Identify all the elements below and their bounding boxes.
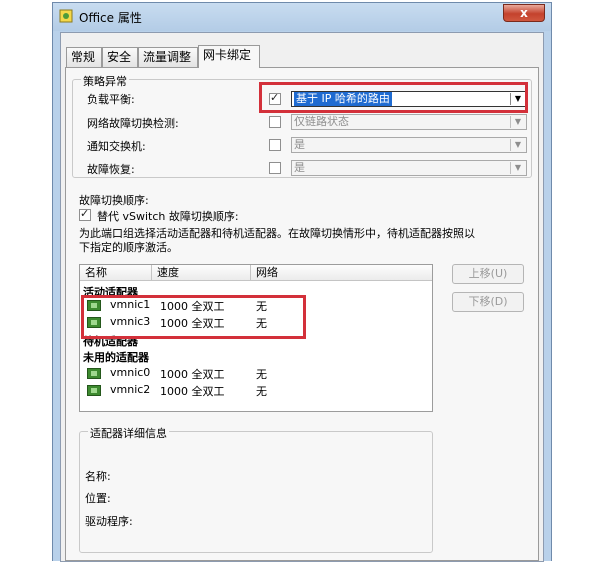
failure-detection-label: 网络故障切换检测: <box>87 117 179 130</box>
notify-switches-label: 通知交换机: <box>87 140 146 153</box>
dialog-client: 常规 安全 流量调整 网卡绑定 策略异常 负载平衡: 基于 IP 哈希的路由 ▼… <box>60 32 544 562</box>
port-group-icon <box>59 9 73 23</box>
tab-nic-teaming[interactable]: 网卡绑定 <box>198 45 260 68</box>
group-unused-adapters: 未用的适配器 <box>83 351 149 364</box>
close-icon: x <box>520 6 528 20</box>
adapter-speed: 1000 全双工 <box>160 368 225 381</box>
policy-legend: 策略异常 <box>81 73 129 89</box>
adapter-details-group: 适配器详细信息 名称: 位置: 驱动程序: <box>79 425 433 553</box>
column-header-speed[interactable]: 速度 <box>152 265 251 281</box>
load-balancing-label: 负载平衡: <box>87 93 135 106</box>
adapter-details-legend: 适配器详细信息 <box>88 425 169 441</box>
failback-label: 故障恢复: <box>87 163 135 176</box>
tab-security[interactable]: 安全 <box>102 47 138 67</box>
override-failover-label: 替代 vSwitch 故障切换顺序: <box>97 210 239 223</box>
column-header-network[interactable]: 网络 <box>251 265 432 281</box>
notify-switches-checkbox[interactable] <box>269 139 281 151</box>
chevron-down-icon: ▼ <box>510 116 525 128</box>
failover-description-2: 下指定的顺序激活。 <box>79 241 178 254</box>
window-title: Office 属性 <box>79 11 142 25</box>
load-balancing-highlight <box>259 82 528 113</box>
move-down-button[interactable]: 下移(D) <box>452 292 524 312</box>
nic-teaming-panel: 策略异常 负载平衡: 基于 IP 哈希的路由 ▼ 网络故障切换检测: 仅链路状态… <box>65 67 539 561</box>
network-adapter-icon <box>87 385 101 396</box>
notify-switches-dropdown[interactable]: 是 ▼ <box>291 137 527 153</box>
detail-name-label: 名称: <box>85 470 111 483</box>
adapter-network: 无 <box>256 368 267 381</box>
failback-checkbox[interactable] <box>269 162 281 174</box>
tab-traffic-shaping[interactable]: 流量调整 <box>138 47 198 67</box>
chevron-down-icon: ▼ <box>510 162 525 174</box>
failback-dropdown[interactable]: 是 ▼ <box>291 160 527 176</box>
close-button[interactable]: x <box>503 4 545 22</box>
column-header-name[interactable]: 名称 <box>80 265 152 281</box>
title-bar[interactable]: Office 属性 x <box>53 3 551 31</box>
failure-detection-dropdown[interactable]: 仅链路状态 ▼ <box>291 114 527 130</box>
list-item[interactable]: vmnic2 1000 全双工 无 <box>80 383 432 398</box>
failover-order-title: 故障切换顺序: <box>79 194 149 207</box>
failback-value: 是 <box>294 161 305 174</box>
notify-switches-value: 是 <box>294 138 305 151</box>
list-item[interactable]: vmnic0 1000 全双工 无 <box>80 366 432 381</box>
override-failover-checkbox[interactable] <box>79 207 91 221</box>
adapter-speed: 1000 全双工 <box>160 385 225 398</box>
tab-general[interactable]: 常规 <box>66 47 102 67</box>
failure-detection-value: 仅链路状态 <box>294 115 349 128</box>
adapter-name: vmnic0 <box>110 366 151 379</box>
detail-driver-label: 驱动程序: <box>85 515 133 528</box>
move-up-button[interactable]: 上移(U) <box>452 264 524 284</box>
adapter-name: vmnic2 <box>110 383 151 396</box>
chevron-down-icon: ▼ <box>510 139 525 151</box>
detail-location-label: 位置: <box>85 492 111 505</box>
network-adapter-icon <box>87 368 101 379</box>
active-adapters-highlight <box>81 295 306 339</box>
adapter-network: 无 <box>256 385 267 398</box>
failure-detection-checkbox[interactable] <box>269 116 281 128</box>
properties-window: Office 属性 x 常规 安全 流量调整 网卡绑定 策略异常 负载平衡: 基… <box>52 2 552 562</box>
